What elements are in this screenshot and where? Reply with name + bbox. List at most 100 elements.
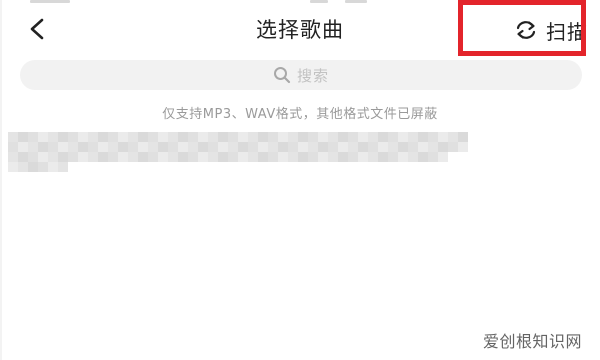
mosaic-pixel [48,132,58,142]
mosaic-pixel [398,142,408,152]
mosaic-pixel [138,152,148,162]
mosaic-pixel [298,152,308,162]
mosaic-pixel [98,142,108,152]
mosaic-pixel [18,142,28,152]
mosaic-pixel [178,152,188,162]
mosaic-pixel [158,142,168,152]
search-input[interactable]: 搜索 [20,60,582,90]
mosaic-pixel [78,132,88,142]
mosaic-pixel [88,142,98,152]
mosaic-pixel [278,152,288,162]
mosaic-pixel [68,152,78,162]
mosaic-pixel [238,152,248,162]
mosaic-pixel [18,162,28,172]
mosaic-pixel [448,132,458,142]
mosaic-pixel [48,162,58,172]
mosaic-pixel [8,132,18,142]
mosaic-pixel [428,132,438,142]
search-icon [273,67,291,84]
mosaic-pixel [148,132,158,142]
mosaic-pixel [188,142,198,152]
mosaic-pixel [248,142,258,152]
song-picker-screen: 选择歌曲 扫描 搜索 仅支持MP3、WAV格式，其他格式文件已屏蔽 爱创根知识网 [0,0,600,360]
mosaic-pixel [108,152,118,162]
mosaic-pixel [318,142,328,152]
mosaic-pixel [58,142,68,152]
blurred-song-item[interactable] [8,132,468,178]
mosaic-pixel [178,142,188,152]
mosaic-pixel [18,152,28,162]
mosaic-pixel [388,152,398,162]
mosaic-pixel [48,142,58,152]
mosaic-pixel [108,132,118,142]
mosaic-pixel [218,142,228,152]
mosaic-pixel [208,152,218,162]
scan-button-label: 扫描 [546,19,588,44]
mosaic-pixel [258,142,268,152]
mosaic-pixel [98,132,108,142]
mosaic-pixel [328,152,338,162]
mosaic-pixel [128,152,138,162]
format-hint: 仅支持MP3、WAV格式，其他格式文件已屏蔽 [162,107,438,122]
search-placeholder: 搜索 [296,66,329,85]
mosaic-pixel [338,142,348,152]
mosaic-pixel [268,132,278,142]
mosaic-pixel [88,132,98,142]
mosaic-pixel [158,152,168,162]
mosaic-pixel [278,142,288,152]
mosaic-pixel [78,142,88,152]
mosaic-pixel [28,152,38,162]
mosaic-pixel [418,132,428,142]
mosaic-pixel [58,152,68,162]
mosaic-pixel [138,142,148,152]
mosaic-pixel [288,142,298,152]
mosaic-pixel [198,132,208,142]
mosaic-pixel [418,142,428,152]
mosaic-pixel [308,152,318,162]
mosaic-pixel [338,152,348,162]
mosaic-pixel [208,132,218,142]
mosaic-pixel [28,132,38,142]
mosaic-pixel [288,132,298,142]
mosaic-pixel [8,162,18,172]
mosaic-pixel [38,142,48,152]
mosaic-pixel [68,132,78,142]
mosaic-pixel [458,132,468,142]
mosaic-pixel [398,152,408,162]
mosaic-pixel [348,142,358,152]
mosaic-pixel [388,142,398,152]
mosaic-pixel [48,152,58,162]
mosaic-pixel [118,132,128,142]
mosaic-pixel [298,132,308,142]
mosaic-pixel [268,142,278,152]
refresh-icon [516,21,536,39]
mosaic-pixel [258,132,268,142]
mosaic-pixel [68,142,78,152]
mosaic-pixel [118,152,128,162]
mosaic-pixel [58,162,68,172]
mosaic-pixel [368,152,378,162]
mosaic-pixel [168,142,178,152]
mosaic-pixel [268,152,278,162]
mosaic-pixel [348,152,358,162]
mosaic-pixel [58,132,68,142]
mosaic-pixel [188,132,198,142]
mosaic-pixel [8,152,18,162]
mosaic-pixel [238,142,248,152]
mosaic-pixel [228,132,238,142]
mosaic-pixel [38,132,48,142]
mosaic-pixel [8,142,18,152]
watermark: 爱创根知识网 [482,332,582,351]
mosaic-pixel [428,152,438,162]
mosaic-pixel [368,132,378,142]
scan-button[interactable]: 扫描 [514,14,588,46]
mosaic-pixel [168,152,178,162]
mosaic-pixel [438,142,448,152]
mosaic-pixel [378,142,388,152]
mosaic-pixel [398,132,408,142]
mosaic-pixel [298,142,308,152]
mosaic-pixel [438,152,448,162]
mosaic-pixel [368,142,378,152]
mosaic-pixel [308,142,318,152]
mosaic-pixel [248,132,258,142]
